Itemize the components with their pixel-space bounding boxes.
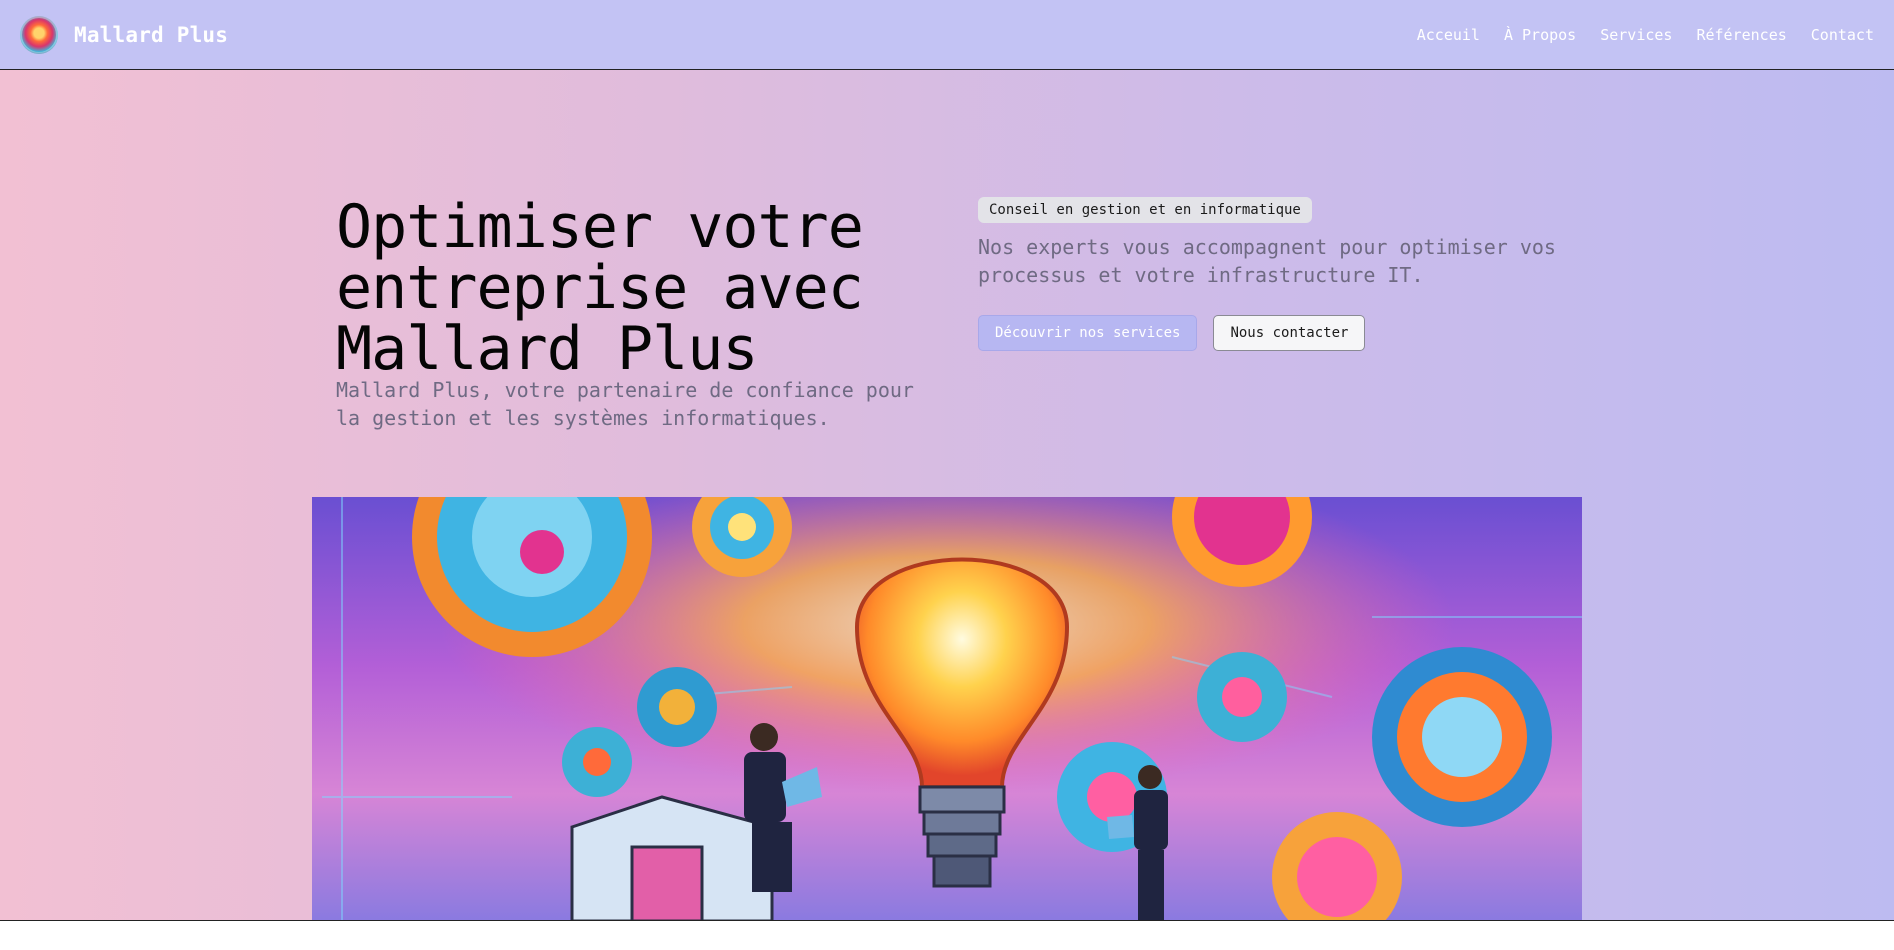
hero-title: Optimiser votre entreprise avec Mallard … <box>336 192 864 384</box>
nav-link-services[interactable]: Services <box>1600 26 1672 44</box>
discover-services-button[interactable]: Découvrir nos services <box>978 315 1198 351</box>
hero-subtitle: Mallard Plus, votre partenaire de confia… <box>336 378 914 430</box>
nav-link-a-propos[interactable]: À Propos <box>1504 26 1576 44</box>
lightbulb-gears-illustration <box>312 497 1582 920</box>
service-badge: Conseil en gestion et en informatique <box>978 197 1312 223</box>
nav-link-acceuil[interactable]: Acceuil <box>1417 26 1480 44</box>
contact-us-button[interactable]: Nous contacter <box>1213 315 1366 351</box>
hero-buttons: Découvrir nos services Nous contacter <box>978 315 1578 351</box>
hero-description: Nos experts vous accompagnent pour optim… <box>978 235 1556 287</box>
hero-illustration <box>312 497 1582 920</box>
gear-icon <box>637 667 717 747</box>
gear-icon <box>1197 652 1287 742</box>
brand[interactable]: Mallard Plus <box>20 15 228 54</box>
mallard-logo-icon[interactable] <box>20 15 58 54</box>
brand-name[interactable]: Mallard Plus <box>74 23 228 47</box>
nav-link-contact[interactable]: Contact <box>1811 26 1874 44</box>
hero-section: Optimiser votre entreprise avec Mallard … <box>0 70 1894 921</box>
navbar: Mallard Plus Acceuil À Propos Services R… <box>0 0 1894 70</box>
gear-icon <box>562 727 632 797</box>
nav-link-references[interactable]: Références <box>1696 26 1786 44</box>
gear-icon <box>1372 647 1552 827</box>
nav-links: Acceuil À Propos Services Références Con… <box>1417 26 1874 44</box>
hero-right-column: Conseil en gestion et en informatique No… <box>978 197 1578 351</box>
